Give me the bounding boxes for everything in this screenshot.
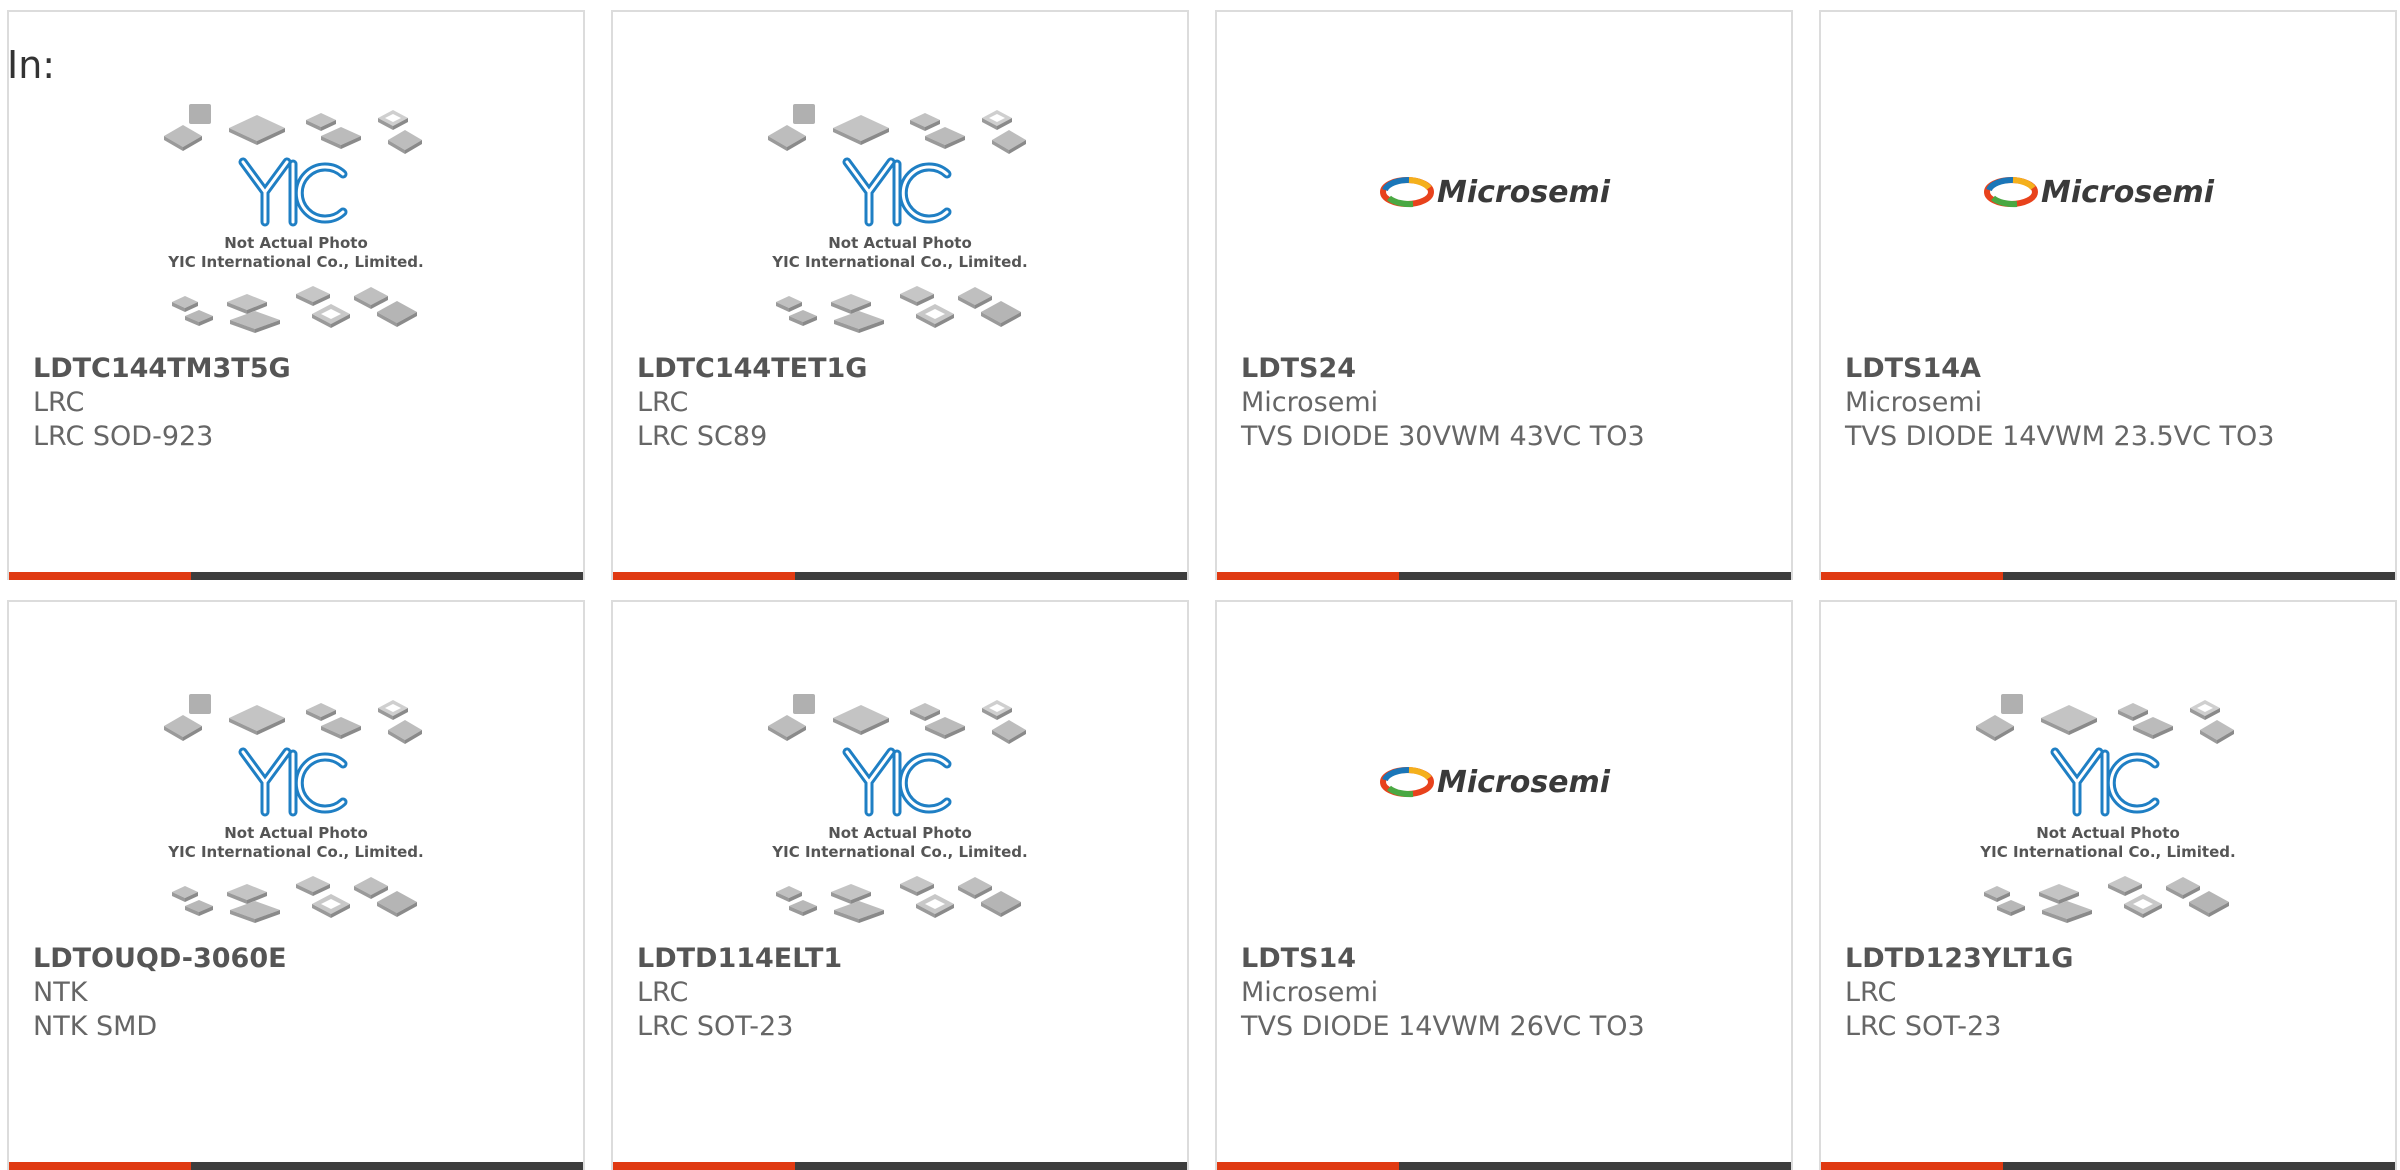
part-number-link[interactable]: LDTS14A xyxy=(1845,352,2385,386)
card-accent xyxy=(1821,1162,2003,1170)
card-divider xyxy=(9,1162,583,1170)
description: NTK SMD xyxy=(33,1011,158,1042)
microsemi-logo: Microsemi xyxy=(1380,765,1611,800)
product-card[interactable]: Microsemi LDTS14A Microsemi TVS DIODE 14… xyxy=(1819,10,2397,580)
product-image[interactable]: Not Actual Photo YIC International Co., L… xyxy=(613,100,1187,360)
product-image[interactable]: Not Actual Photo YIC International Co., L… xyxy=(9,100,583,360)
microsemi-swirl-icon xyxy=(1984,176,2038,208)
microsemi-logo: Microsemi xyxy=(1984,175,2215,210)
manufacturer: LRC xyxy=(637,977,689,1008)
microsemi-logo: Microsemi xyxy=(1380,175,1611,210)
product-card[interactable]: Not Actual Photo YIC International Co., L… xyxy=(611,10,1189,580)
microsemi-logo-text: Microsemi xyxy=(1437,765,1611,800)
part-number-link[interactable]: LDTC144TM3T5G xyxy=(33,352,573,386)
yic-placeholder-image: Not Actual PhotoYIC International Co., L… xyxy=(164,694,424,923)
microsemi-swirl-icon xyxy=(1380,176,1434,208)
photo-caption: Not Actual Photo xyxy=(224,234,368,252)
description: LRC SOD-923 xyxy=(33,421,214,452)
microsemi-logo-text: Microsemi xyxy=(2041,175,2215,210)
photo-caption: Not Actual Photo xyxy=(828,824,972,842)
card-divider xyxy=(1821,1162,2395,1170)
card-accent xyxy=(613,1162,795,1170)
card-accent xyxy=(9,1162,191,1170)
card-divider xyxy=(1217,572,1791,580)
product-card[interactable]: Not Actual Photo YIC International Co., L… xyxy=(1819,600,2397,1170)
product-card[interactable]: Microsemi LDTS24 Microsemi TVS DIODE 30V… xyxy=(1215,10,1793,580)
description: LRC SOT-23 xyxy=(1845,1011,2002,1042)
card-accent xyxy=(1821,572,2003,580)
card-divider xyxy=(613,572,1187,580)
part-number-link[interactable]: LDTD123YLT1G xyxy=(1845,942,2385,976)
yic-placeholder-image: Not Actual PhotoYIC International Co., L… xyxy=(1976,694,2236,923)
yic-logo-icon xyxy=(238,157,348,227)
product-image[interactable]: Not Actual Photo YIC International Co., L… xyxy=(9,690,583,950)
yic-logo-icon xyxy=(238,747,348,817)
product-card[interactable]: Not Actual Photo YIC International Co., L… xyxy=(7,10,585,580)
photo-caption: YIC International Co., Limited. xyxy=(771,843,1027,861)
product-image[interactable]: Not Actual Photo YIC International Co., L… xyxy=(613,690,1187,950)
photo-caption: Not Actual Photo xyxy=(828,234,972,252)
card-divider xyxy=(613,1162,1187,1170)
yic-placeholder-image: Not Actual PhotoYIC International Co., L… xyxy=(164,104,424,333)
yic-logo-icon xyxy=(2050,747,2160,817)
manufacturer: LRC xyxy=(637,387,689,418)
product-image[interactable]: Microsemi xyxy=(1217,690,1791,950)
manufacturer: LRC xyxy=(33,387,85,418)
product-image[interactable]: Microsemi xyxy=(1217,100,1791,360)
manufacturer: Microsemi xyxy=(1241,977,1379,1008)
part-number-link[interactable]: LDTS24 xyxy=(1241,352,1781,386)
card-divider xyxy=(9,572,583,580)
card-divider xyxy=(1217,1162,1791,1170)
manufacturer: LRC xyxy=(1845,977,1897,1008)
product-card[interactable]: Not Actual Photo YIC International Co., L… xyxy=(611,600,1189,1170)
card-accent xyxy=(613,572,795,580)
description: TVS DIODE 14VWM 23.5VC TO3 xyxy=(1845,421,2275,452)
description: LRC SOT-23 xyxy=(637,1011,794,1042)
product-card[interactable]: Not Actual Photo YIC International Co., L… xyxy=(7,600,585,1170)
part-number-link[interactable]: LDTS14 xyxy=(1241,942,1781,976)
yic-logo-icon xyxy=(842,157,952,227)
part-number-link[interactable]: LDTC144TET1G xyxy=(637,352,1177,386)
part-number-link[interactable]: LDTD114ELT1 xyxy=(637,942,1177,976)
product-image[interactable]: Not Actual Photo YIC International Co., L… xyxy=(1821,690,2395,950)
part-number-link[interactable]: LDTOUQD-3060E xyxy=(33,942,573,976)
photo-caption: Not Actual Photo xyxy=(2036,824,2180,842)
yic-placeholder-image: Not Actual PhotoYIC International Co., L… xyxy=(768,104,1028,333)
yic-placeholder-image: Not Actual PhotoYIC International Co., L… xyxy=(768,694,1028,923)
photo-caption: YIC International Co., Limited. xyxy=(771,253,1027,271)
card-accent xyxy=(1217,1162,1399,1170)
photo-caption: YIC International Co., Limited. xyxy=(1979,843,2235,861)
microsemi-logo-text: Microsemi xyxy=(1437,175,1611,210)
card-accent xyxy=(9,572,191,580)
product-card[interactable]: Microsemi LDTS14 Microsemi TVS DIODE 14V… xyxy=(1215,600,1793,1170)
description: TVS DIODE 14VWM 26VC TO3 xyxy=(1241,1011,1645,1042)
card-divider xyxy=(1821,572,2395,580)
filter-label: In: xyxy=(7,43,56,87)
yic-logo-icon xyxy=(842,747,952,817)
description: LRC SC89 xyxy=(637,421,768,452)
product-image[interactable]: Microsemi xyxy=(1821,100,2395,360)
manufacturer: Microsemi xyxy=(1241,387,1379,418)
photo-caption: YIC International Co., Limited. xyxy=(167,843,423,861)
description: TVS DIODE 30VWM 43VC TO3 xyxy=(1241,421,1645,452)
card-accent xyxy=(1217,572,1399,580)
photo-caption: Not Actual Photo xyxy=(224,824,368,842)
microsemi-swirl-icon xyxy=(1380,766,1434,798)
photo-caption: YIC International Co., Limited. xyxy=(167,253,423,271)
manufacturer: Microsemi xyxy=(1845,387,1983,418)
manufacturer: NTK xyxy=(33,977,88,1008)
